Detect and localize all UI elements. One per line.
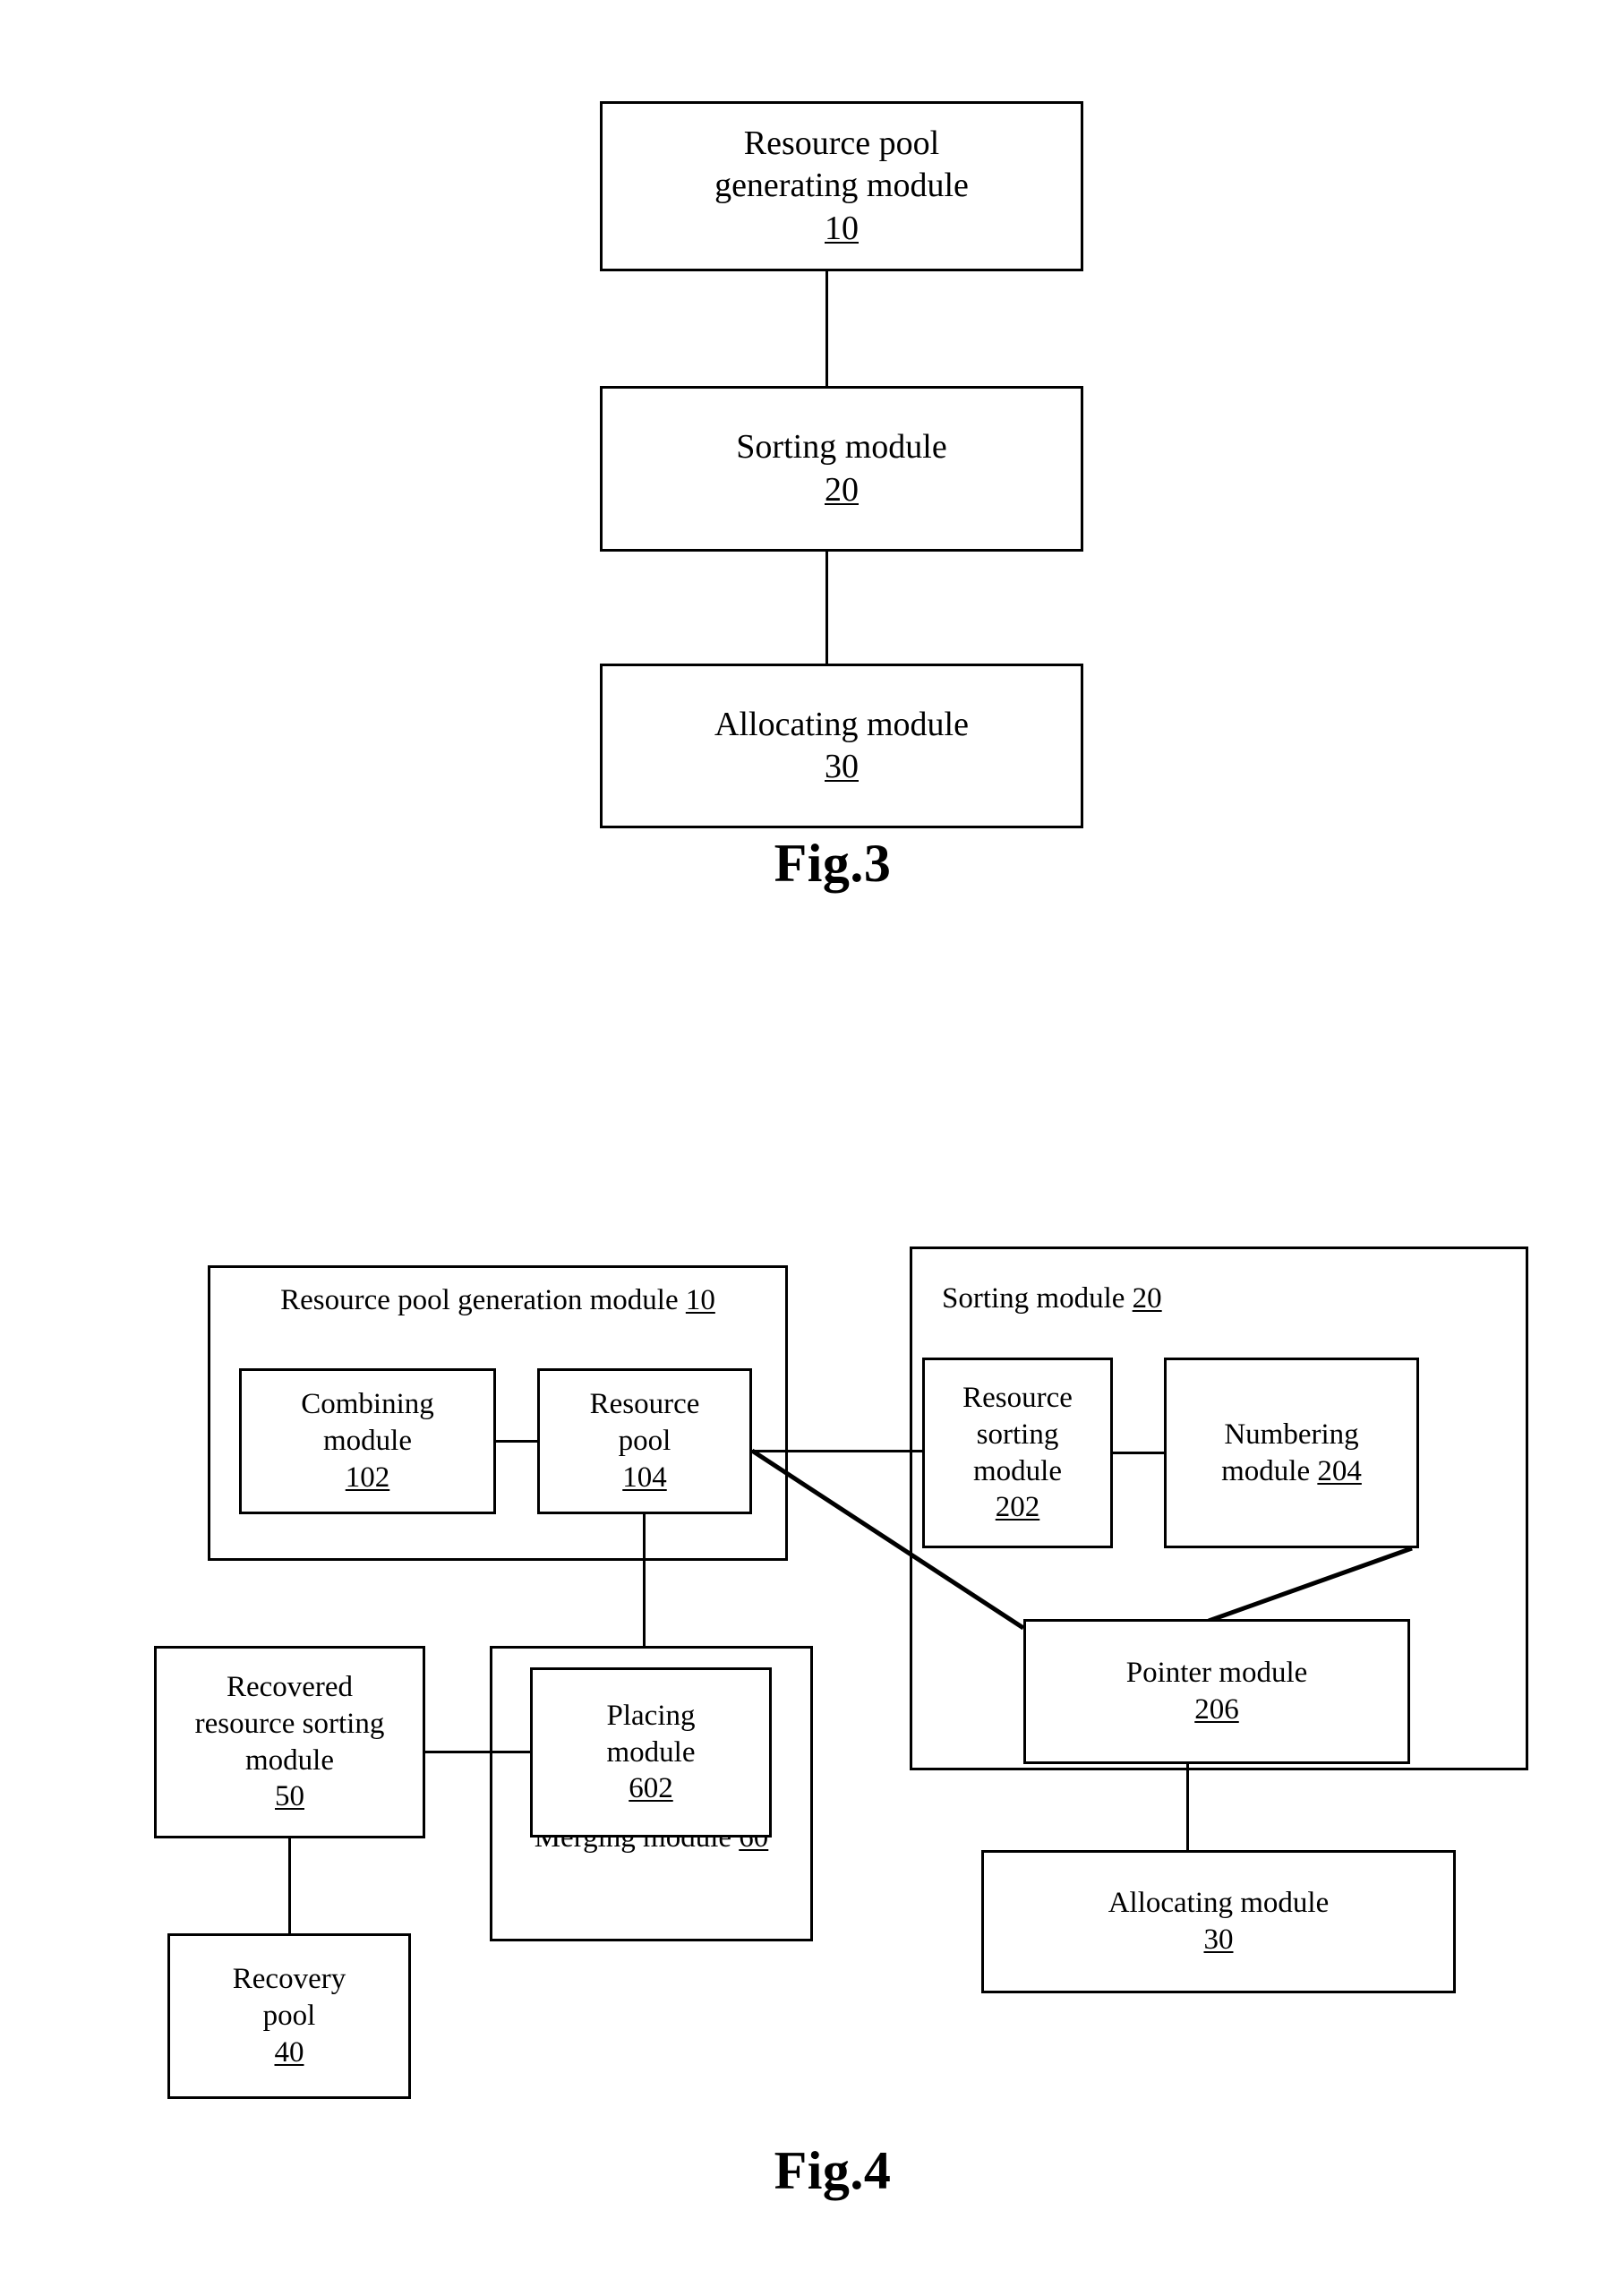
fig4-allocating-module-box: Allocating module 30 <box>981 1850 1456 1993</box>
fig4-group10-label-line1: Resource pool generation <box>280 1284 583 1316</box>
fig4-box30-number: 30 <box>1203 1923 1234 1956</box>
fig4-connector-104-to-202 <box>750 1450 925 1452</box>
fig4-box602-line2: module <box>606 1735 696 1769</box>
fig3-box1-line1: Resource pool <box>743 124 940 163</box>
fig4-group20-label: Sorting module 20 <box>942 1281 1318 1317</box>
fig4-box50-line2: resource sorting <box>194 1707 385 1740</box>
fig3-box2-number: 20 <box>825 470 859 509</box>
fig4-box206-line1: Pointer module <box>1125 1657 1308 1690</box>
fig4-resource-pool-box: Resource pool 104 <box>537 1368 752 1514</box>
fig4-group10-label: Resource pool generation module 10 <box>208 1282 788 1319</box>
fig4-box202-line3: module <box>973 1454 1062 1487</box>
fig4-box50-line3: module <box>245 1743 334 1777</box>
fig3-caption: Fig.3 <box>774 834 892 893</box>
fig4-box50-number: 50 <box>275 1780 304 1813</box>
fig4-box104-line1: Resource <box>589 1388 700 1421</box>
fig4-box40-line1: Recovery <box>232 1963 346 1996</box>
fig4-recovery-pool-box: Recovery pool 40 <box>167 1933 411 2099</box>
fig4-box102-number: 102 <box>345 1461 390 1494</box>
fig3-box3-number: 30 <box>825 748 859 785</box>
fig4-box102-line2: module <box>323 1425 412 1458</box>
fig4-box204-number: 204 <box>1317 1454 1362 1487</box>
fig4-box102-line1: Combining <box>301 1388 434 1421</box>
fig4-connector-102-to-104 <box>496 1440 539 1443</box>
fig4-resource-sorting-module-box: Resource sorting module 202 <box>922 1358 1113 1548</box>
fig4-group20-number: 20 <box>1132 1282 1162 1315</box>
fig4-connector-206-to-30 <box>1186 1764 1189 1850</box>
fig4-box204-line1: Numbering <box>1224 1418 1359 1451</box>
fig4-box602-number: 602 <box>629 1772 673 1805</box>
fig4-box204-line2: module 204 <box>1221 1454 1362 1487</box>
fig4-box602-line1: Placing <box>606 1699 696 1732</box>
fig4-box202-line2: sorting <box>976 1418 1059 1451</box>
fig4-box40-number: 40 <box>274 2035 304 2069</box>
fig3-allocating-module-box: Allocating module 30 <box>600 664 1083 828</box>
fig4-box206-number: 206 <box>1194 1693 1239 1726</box>
fig4-box104-number: 104 <box>622 1461 667 1494</box>
fig4-box202-number: 202 <box>995 1491 1040 1524</box>
fig4-combining-module-box: Combining module 102 <box>239 1368 496 1514</box>
fig4-connector-202-to-204 <box>1113 1452 1167 1454</box>
fig4-caption: Fig.4 <box>774 2141 892 2200</box>
fig4-connector-50-to-602 <box>423 1751 532 1753</box>
fig3-box1-line2: generating module <box>714 167 969 205</box>
fig4-recovered-resource-sorting-module-box: Recovered resource sorting module 50 <box>154 1646 425 1838</box>
fig4-pointer-module-box: Pointer module 206 <box>1023 1619 1410 1764</box>
fig4-box30-line1: Allocating module <box>1108 1887 1330 1920</box>
fig4-placing-module-box: Placing module 602 <box>530 1667 772 1838</box>
patent-drawing-sheet: Resource pool generating module 10 Sorti… <box>0 0 1608 2296</box>
fig3-connector-20-to-30 <box>825 552 828 664</box>
fig4-box202-line1: Resource <box>962 1381 1073 1414</box>
fig4-connector-104-to-60 <box>643 1514 646 1649</box>
fig3-sorting-module-box: Sorting module 20 <box>600 386 1083 552</box>
fig3-box2-line1: Sorting module <box>736 428 947 467</box>
fig4-box104-line2: pool <box>618 1425 671 1458</box>
fig4-group20-label-line1: Sorting module 20 <box>942 1282 1162 1315</box>
fig3-box3-line1: Allocating module <box>714 705 969 743</box>
fig4-numbering-module-box: Numbering module 204 <box>1164 1358 1419 1548</box>
fig4-box40-line2: pool <box>262 2000 316 2033</box>
fig4-group10-number: 10 <box>685 1284 715 1316</box>
fig4-connector-50-to-40 <box>288 1838 291 1933</box>
fig4-group10-label-line2: module 10 <box>589 1284 715 1316</box>
fig3-box1-number: 10 <box>825 209 859 247</box>
fig3-connector-10-to-20 <box>825 271 828 386</box>
fig3-resource-pool-generating-module-box: Resource pool generating module 10 <box>600 101 1083 271</box>
fig4-box50-line1: Recovered <box>226 1670 354 1703</box>
